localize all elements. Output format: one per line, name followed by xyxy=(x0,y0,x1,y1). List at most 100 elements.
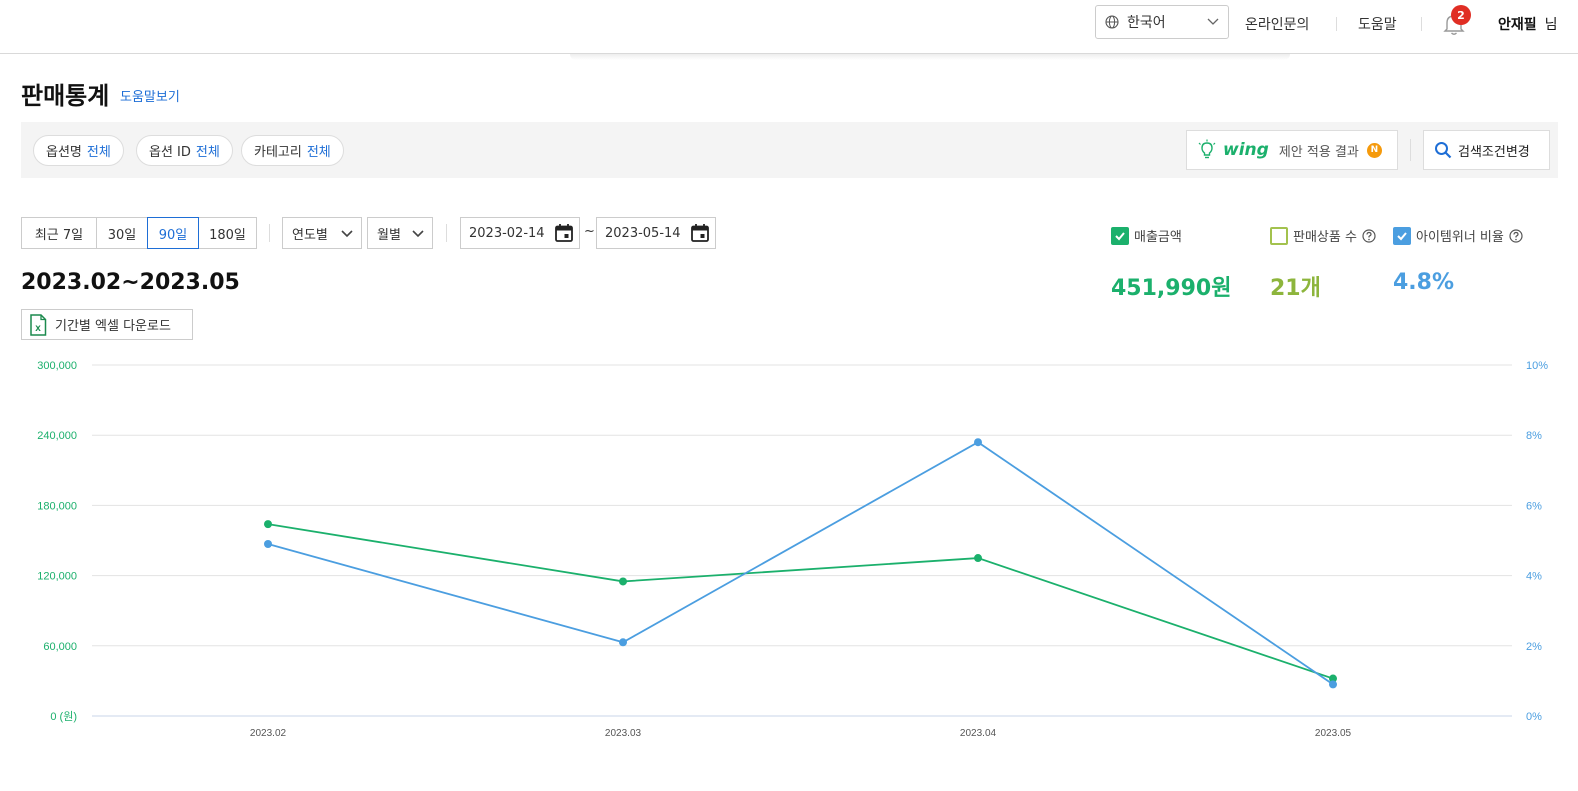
data-point xyxy=(974,554,982,563)
option-id-chip[interactable]: 옵션 ID 전체 xyxy=(136,135,233,166)
y-left-tick-label: 120,000 xyxy=(37,571,77,583)
globe-icon xyxy=(1105,15,1119,29)
item-winner-ratio-toggle[interactable]: 아이템위너 비율 xyxy=(1393,226,1523,245)
data-point xyxy=(1329,680,1337,689)
user-suffix: 님 xyxy=(1544,17,1558,33)
divider xyxy=(1421,17,1422,31)
notification-badge: 2 xyxy=(1451,5,1471,25)
chip-label: 옵션명 xyxy=(46,145,82,160)
month-select[interactable]: 월별 xyxy=(367,217,433,249)
y-right-tick-label: 4% xyxy=(1526,571,1542,583)
period-30d-button[interactable]: 30일 xyxy=(96,217,148,249)
period-90d-button[interactable]: 90일 xyxy=(147,217,199,249)
chip-label: 옵션 ID xyxy=(149,145,191,160)
wing-text: 제안 적용 결과 xyxy=(1278,144,1359,160)
top-bar: 한국어 온라인문의 도움말 2 안재필 님 xyxy=(0,0,1578,54)
search-condition-change-button[interactable]: 검색조건변경 xyxy=(1423,130,1550,170)
series-line xyxy=(267,441,1334,686)
y-left-tick-label: 180,000 xyxy=(37,500,77,512)
excel-download-label: 기간별 엑셀 다운로드 xyxy=(55,319,171,334)
y-right-tick-label: 10% xyxy=(1526,360,1548,372)
chevron-down-icon xyxy=(1207,18,1219,25)
question-icon[interactable] xyxy=(1509,228,1523,243)
y-left-tick-label: 60,000 xyxy=(43,641,77,653)
end-date-input[interactable]: 2023-05-14 xyxy=(596,217,716,249)
y-right-tick-label: 0% xyxy=(1526,711,1542,723)
year-select[interactable]: 연도별 xyxy=(282,217,362,249)
question-icon[interactable] xyxy=(1362,228,1376,243)
item-winner-ratio-label: 아이템위너 비율 xyxy=(1416,230,1504,245)
end-date-value: 2023-05-14 xyxy=(605,225,681,241)
start-date-value: 2023-02-14 xyxy=(469,225,545,241)
excel-download-button[interactable]: x 기간별 엑셀 다운로드 xyxy=(21,309,193,340)
month-select-label: 월별 xyxy=(377,227,401,243)
y-right-tick-label: 2% xyxy=(1526,641,1542,653)
user-name[interactable]: 안재필 님 xyxy=(1498,14,1558,34)
lightbulb-icon xyxy=(1198,139,1216,159)
x-tick-label: 2023.02 xyxy=(250,728,287,739)
data-point xyxy=(974,438,982,447)
sales-chart: 0 (원) 0% 60,000 2% 120,000 4% 180,000 6% 240,000… xyxy=(37,360,1548,739)
y-right-tick-label: 8% xyxy=(1526,430,1542,442)
range-title: 2023.02~2023.05 xyxy=(21,270,240,295)
chip-value: 전체 xyxy=(86,145,111,160)
data-point xyxy=(264,520,272,529)
topbar-shadow xyxy=(570,54,1290,60)
x-tick-label: 2023.04 xyxy=(960,728,997,739)
sales-amount-label: 매출금액 xyxy=(1134,230,1182,245)
divider xyxy=(446,224,447,242)
chip-value: 전체 xyxy=(195,145,220,160)
online-inquiry-link[interactable]: 온라인문의 xyxy=(1245,14,1309,34)
calendar-icon[interactable] xyxy=(690,223,710,243)
divider xyxy=(1410,139,1411,161)
excel-file-icon: x xyxy=(30,313,47,336)
calendar-icon[interactable] xyxy=(554,223,574,243)
wing-logo: wing xyxy=(1223,140,1269,160)
sales-amount-toggle[interactable]: 매출금액 xyxy=(1111,226,1182,245)
language-select[interactable]: 한국어 xyxy=(1095,5,1229,39)
filter-bar: 옵션명 전체 옵션 ID 전체 카테고리 전체 wing 제안 적용 결과 N … xyxy=(21,122,1558,178)
checkbox-checked-icon[interactable] xyxy=(1111,226,1129,245)
x-tick-label: 2023.05 xyxy=(1315,728,1352,739)
y-left-tick-label: 240,000 xyxy=(37,430,77,442)
help-link-top[interactable]: 도움말 xyxy=(1358,14,1397,34)
data-point xyxy=(619,638,627,647)
help-link[interactable]: 도움말보기 xyxy=(120,86,180,105)
chip-value: 전체 xyxy=(306,145,331,160)
period-7d-button[interactable]: 최근 7일 xyxy=(21,217,97,249)
x-tick-label: 2023.03 xyxy=(605,728,642,739)
products-sold-value: 21개 xyxy=(1270,276,1321,301)
checkbox-unchecked-icon[interactable] xyxy=(1270,226,1288,245)
search-change-label: 검색조건변경 xyxy=(1458,144,1530,160)
svg-text:x: x xyxy=(35,323,41,334)
date-range-tilde: ~ xyxy=(584,224,595,239)
language-label: 한국어 xyxy=(1127,15,1166,31)
sales-amount-value: 451,990원 xyxy=(1111,276,1232,301)
wing-suggestion-button[interactable]: wing 제안 적용 결과 N xyxy=(1186,130,1398,170)
period-180d-button[interactable]: 180일 xyxy=(198,217,257,249)
item-winner-ratio-value: 4.8% xyxy=(1393,270,1455,295)
divider xyxy=(269,224,270,242)
start-date-input[interactable]: 2023-02-14 xyxy=(460,217,580,249)
series-line xyxy=(267,523,1334,680)
chevron-down-icon xyxy=(341,230,353,238)
year-select-label: 연도별 xyxy=(292,227,328,243)
checkbox-checked-icon[interactable] xyxy=(1393,226,1411,245)
divider xyxy=(1336,17,1337,31)
data-point xyxy=(619,577,627,586)
period-buttons: 최근 7일 30일 90일 180일 xyxy=(21,217,257,249)
y-left-tick-label: 300,000 xyxy=(37,360,77,372)
category-chip[interactable]: 카테고리 전체 xyxy=(241,135,344,166)
data-point xyxy=(264,540,272,549)
chip-label: 카테고리 xyxy=(254,145,302,160)
option-name-chip[interactable]: 옵션명 전체 xyxy=(33,135,124,166)
y-left-tick-label: 0 (원) xyxy=(50,710,77,723)
products-sold-label: 판매상품 수 xyxy=(1293,230,1357,245)
page-title: 판매통계 xyxy=(21,82,110,110)
search-icon xyxy=(1435,142,1452,159)
user-name-text: 안재필 xyxy=(1498,17,1537,33)
new-badge: N xyxy=(1366,142,1382,158)
products-sold-toggle[interactable]: 판매상품 수 xyxy=(1270,226,1376,245)
y-right-tick-label: 6% xyxy=(1526,500,1542,512)
chevron-down-icon xyxy=(412,230,424,238)
